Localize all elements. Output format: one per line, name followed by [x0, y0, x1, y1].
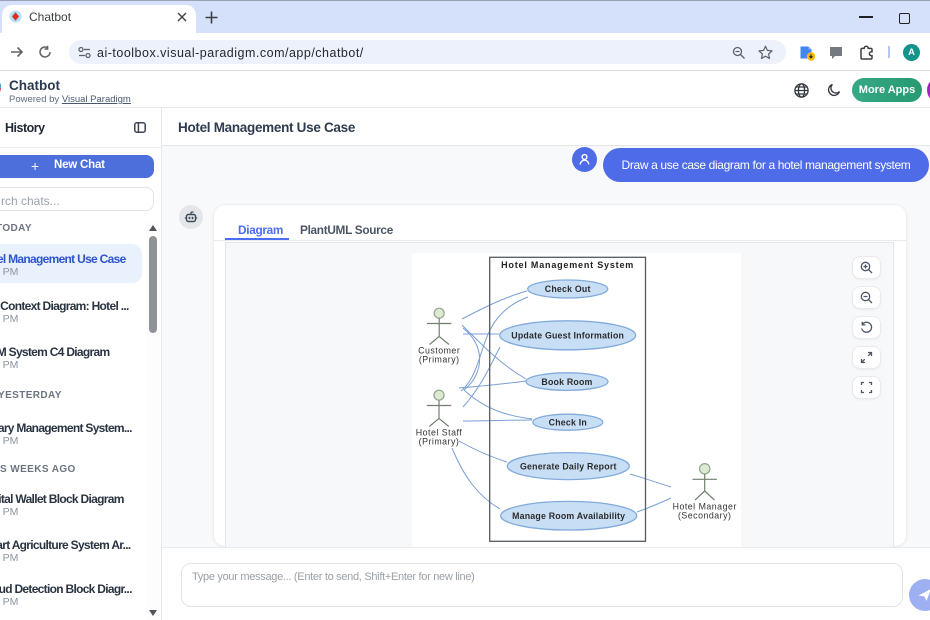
svg-text:Check Out: Check Out — [545, 284, 591, 294]
svg-text:(Primary): (Primary) — [419, 355, 460, 365]
svg-text:Update Guest Information: Update Guest Information — [511, 331, 624, 341]
svg-text:Book Room: Book Room — [541, 377, 592, 387]
svg-text:(Primary): (Primary) — [419, 437, 460, 447]
svg-text:(Secondary): (Secondary) — [678, 511, 731, 521]
svg-text:Generate Daily Report: Generate Daily Report — [520, 461, 617, 471]
svg-text:Manage Room Availability: Manage Room Availability — [512, 511, 625, 521]
svg-text:Check In: Check In — [549, 417, 587, 427]
svg-text:Hotel Management System: Hotel Management System — [501, 260, 634, 270]
